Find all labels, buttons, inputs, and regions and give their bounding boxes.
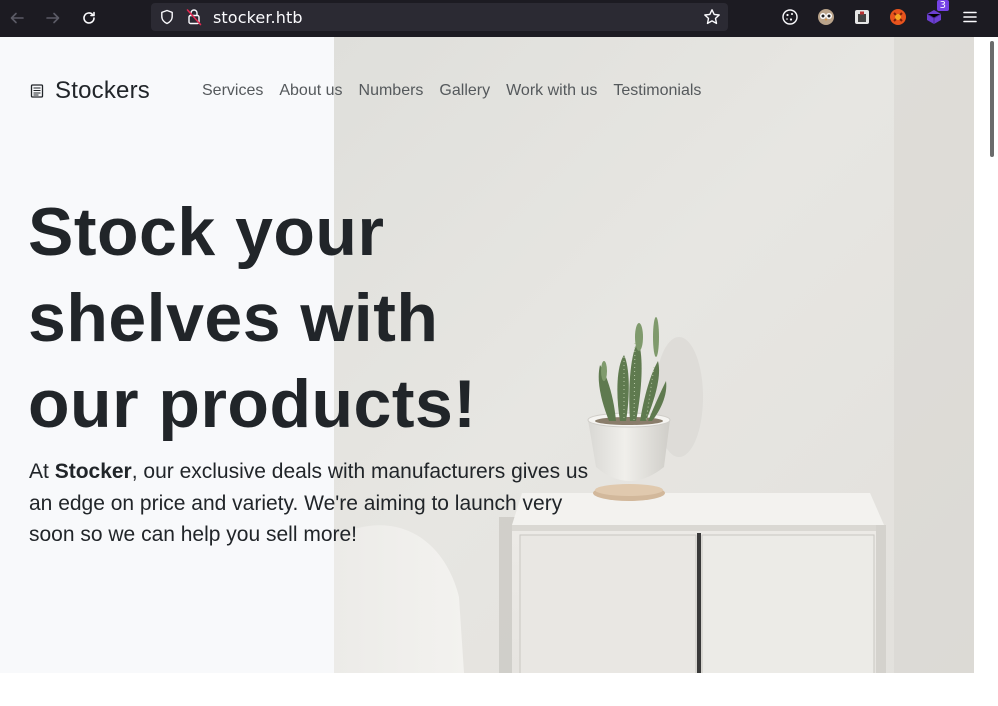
extension-badge: 3 <box>936 0 949 11</box>
hamburger-menu-icon <box>963 11 977 23</box>
owl-icon <box>818 9 834 25</box>
cookie-icon <box>782 9 798 25</box>
headline-line: our products! <box>28 366 477 442</box>
star-icon[interactable] <box>703 8 721 26</box>
back-button[interactable] <box>5 6 29 30</box>
shop-icon <box>30 84 44 98</box>
container-extension-button[interactable] <box>851 6 873 28</box>
owl-extension-button[interactable] <box>815 6 837 28</box>
hackbar-icon <box>890 9 906 25</box>
arrow-left-icon <box>10 12 24 24</box>
headline-line: shelves with <box>28 280 439 356</box>
headline-line: Stock your <box>28 194 385 270</box>
container-icon <box>855 10 869 24</box>
nav-link-testimonials[interactable]: Testimonials <box>613 82 701 100</box>
nav-link-gallery[interactable]: Gallery <box>439 82 490 100</box>
hero-lead-text: At Stocker, our exclusive deals with man… <box>29 456 589 551</box>
nav-link-about-us[interactable]: About us <box>279 82 342 100</box>
site-brand[interactable]: Stockers <box>29 77 150 105</box>
url-text[interactable]: stocker.htb <box>213 8 303 27</box>
url-bar[interactable]: stocker.htb <box>151 3 728 31</box>
lead-brand-name: Stocker <box>54 460 132 483</box>
nav-link-numbers[interactable]: Numbers <box>359 82 424 100</box>
tracking-protection-icon[interactable] <box>159 9 175 25</box>
hackbar-extension-button[interactable] <box>887 6 909 28</box>
browser-toolbar: stocker.htb 3 <box>0 0 998 37</box>
reload-icon <box>83 11 95 24</box>
main-nav: Services About us Numbers Gallery Work w… <box>202 82 717 100</box>
wappalyzer-extension-button[interactable]: 3 <box>923 0 949 28</box>
nav-link-services[interactable]: Services <box>202 82 263 100</box>
scrollbar-thumb[interactable] <box>990 41 994 157</box>
brand-name[interactable]: Stockers <box>55 77 150 105</box>
hero-headline: Stock your shelves with our products! <box>28 189 588 447</box>
forward-button[interactable] <box>41 6 65 30</box>
page-viewport: Stockers Services About us Numbers Galle… <box>0 37 998 706</box>
lead-prefix: At <box>29 460 55 483</box>
cookie-extension-button[interactable] <box>779 6 801 28</box>
reload-button[interactable] <box>77 6 101 30</box>
arrow-right-icon <box>46 12 60 24</box>
insecure-lock-icon[interactable] <box>186 8 202 26</box>
hero-section: Stockers Services About us Numbers Galle… <box>0 37 974 673</box>
nav-link-work-with-us[interactable]: Work with us <box>506 82 597 100</box>
app-menu-button[interactable] <box>959 6 981 28</box>
